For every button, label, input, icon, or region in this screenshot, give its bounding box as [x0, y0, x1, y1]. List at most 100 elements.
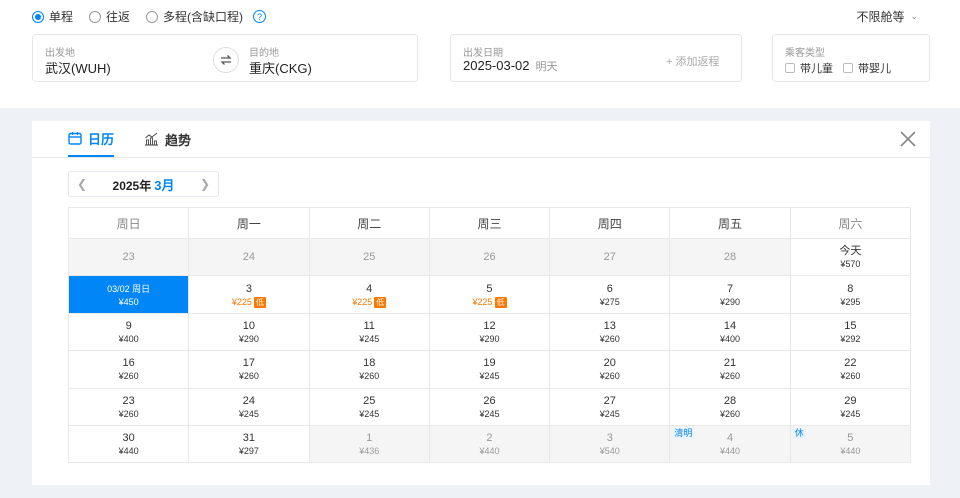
with-child-label: 带儿童	[800, 63, 833, 75]
calendar-week-row: 16 ¥260 17 ¥260 18 ¥260 19 ¥245 20 ¥260 21 ¥260 22 ¥2…	[67, 350, 912, 389]
day-number: 31	[242, 432, 256, 445]
calendar-day-cell[interactable]: 17 ¥260	[188, 350, 310, 389]
price-text: ¥260	[720, 371, 741, 382]
price-text: ¥260	[599, 333, 620, 344]
calendar-day-cell[interactable]: 22 ¥260	[789, 350, 912, 389]
calendar-day-cell[interactable]: 28 ¥260	[669, 387, 791, 426]
day-number: 24	[242, 251, 256, 264]
calendar-day-cell[interactable]: 15 ¥292	[789, 312, 912, 352]
price-text: ¥400	[118, 333, 139, 344]
calendar-day-cell[interactable]: 清明 4 ¥440	[669, 424, 791, 464]
with-infant-checkbox[interactable]: 带婴儿	[843, 60, 891, 76]
day-number: 20	[603, 357, 616, 370]
day-price: ¥290	[189, 333, 308, 345]
calendar-day-cell[interactable]: 13 ¥260	[549, 312, 671, 352]
calendar-day-cell[interactable]: 24 ¥245	[188, 387, 310, 426]
day-number: 30	[122, 432, 135, 445]
radio-checked-icon	[32, 10, 44, 23]
calendar-day-cell[interactable]: 休 5 ¥440	[789, 424, 912, 464]
trip-type-label: 多程(含缺口程)	[163, 10, 244, 24]
calendar-day-cell[interactable]: 21 ¥260	[669, 350, 791, 389]
price-text: ¥245	[479, 371, 500, 382]
calendar-day-cell[interactable]: 今天 ¥570	[789, 237, 912, 277]
weekday-header: 周三	[428, 207, 551, 239]
day-number: 15	[844, 319, 857, 332]
low-price-badge: 低	[253, 296, 266, 308]
calendar-day-cell[interactable]: 10 ¥290	[188, 312, 310, 352]
weekday-header: 周日	[67, 207, 190, 239]
month-navigator: ❮ 2025年 3月 ❯	[68, 171, 219, 197]
calendar-day-cell[interactable]: 29 ¥245	[789, 387, 912, 426]
calendar-day-cell[interactable]: 14 ¥400	[669, 312, 791, 352]
swap-cities-button[interactable]	[213, 47, 239, 73]
calendar-day-cell[interactable]: 20 ¥260	[549, 350, 671, 389]
price-text: ¥260	[840, 371, 861, 382]
arrival-label: 目的地	[249, 48, 279, 59]
low-price-badge: 低	[494, 296, 507, 308]
day-price: ¥245	[550, 408, 669, 420]
cabin-class-select[interactable]: 不限舱等 ⌄	[856, 8, 918, 25]
calendar-day-cell[interactable]: 8 ¥295	[789, 275, 912, 314]
calendar-day-cell[interactable]: 27 ¥245	[549, 387, 671, 426]
calendar-day-cell[interactable]: 3 ¥225 低	[188, 275, 310, 314]
calendar-day-cell[interactable]: 03/02 周日 ¥450	[67, 275, 190, 314]
trip-type-roundtrip[interactable]: 往返	[89, 8, 130, 25]
price-text: ¥245	[359, 408, 380, 419]
trip-type-oneway[interactable]: 单程	[32, 8, 73, 25]
calendar-day-cell[interactable]: 26 ¥245	[428, 387, 551, 426]
tab-calendar[interactable]: 日历	[68, 121, 115, 157]
swap-icon	[220, 55, 232, 65]
arrival-field[interactable]: 目的地 重庆(CKG)	[239, 35, 417, 81]
calendar-day-cell[interactable]: 25 ¥245	[308, 387, 430, 426]
price-text: ¥260	[118, 408, 139, 419]
calendar-day-cell[interactable]: 2 ¥440	[428, 424, 551, 464]
day-number: 17	[242, 357, 256, 370]
calendar-day-cell[interactable]: 6 ¥275	[549, 275, 671, 314]
departure-field[interactable]: 出发地 武汉(WUH)	[33, 35, 223, 81]
day-price: ¥260	[670, 408, 789, 420]
day-number: 23	[122, 251, 135, 264]
trip-type-label: 单程	[49, 10, 74, 24]
add-return-button[interactable]: + 添加返程	[666, 53, 719, 69]
with-child-checkbox[interactable]: 带儿童	[785, 60, 833, 76]
day-number: 2	[486, 432, 493, 445]
calendar-day-cell[interactable]: 5 ¥225 低	[428, 275, 551, 314]
calendar-day-cell[interactable]: 16 ¥260	[67, 350, 190, 389]
help-icon[interactable]: ?	[253, 10, 267, 23]
day-number: 03/02 周日	[107, 283, 151, 294]
calendar-day-cell[interactable]: 4 ¥225 低	[308, 275, 430, 314]
calendar-day-cell[interactable]: 1 ¥436	[308, 424, 430, 464]
price-text: ¥225	[352, 296, 373, 307]
day-price: ¥292	[791, 333, 910, 345]
calendar-day-cell[interactable]: 31 ¥297	[188, 424, 310, 464]
calendar-day-cell[interactable]: 19 ¥245	[428, 350, 551, 389]
calendar-icon	[68, 132, 82, 145]
price-text: ¥245	[599, 408, 620, 419]
calendar-day-cell[interactable]: 18 ¥260	[308, 350, 430, 389]
day-price: ¥260	[189, 370, 308, 382]
day-number: 21	[723, 357, 737, 370]
next-month-icon[interactable]: ❯	[200, 177, 210, 191]
date-relative-text: 明天	[535, 61, 558, 73]
calendar-day-cell[interactable]: 11 ¥245	[308, 312, 430, 352]
calendar-day-cell[interactable]: 3 ¥540	[549, 424, 671, 464]
calendar-day-cell[interactable]: 23 ¥260	[67, 387, 190, 426]
close-icon[interactable]	[898, 129, 918, 149]
price-text: ¥290	[720, 296, 741, 307]
prev-month-icon[interactable]: ❮	[77, 177, 87, 191]
day-number: 14	[723, 319, 737, 332]
price-text: ¥260	[359, 371, 380, 382]
tab-divider	[32, 157, 930, 158]
tab-trend[interactable]: 趋势	[144, 121, 191, 157]
calendar-day-cell[interactable]: 7 ¥290	[669, 275, 791, 314]
day-number: 28	[723, 394, 737, 407]
calendar-day-cell[interactable]: 12 ¥290	[428, 312, 551, 352]
calendar-day-cell[interactable]: 9 ¥400	[67, 312, 190, 352]
chevron-down-icon: ⌄	[910, 11, 918, 21]
calendar-body: 23 24 25 26 27 28 今天 ¥570 03/02 周日 ¥450 3 ¥225 低 4 ¥22…	[67, 237, 912, 464]
trip-type-multicity[interactable]: 多程(含缺口程)	[146, 8, 243, 25]
day-price: ¥245	[791, 408, 910, 420]
calendar-day-cell[interactable]: 30 ¥440	[67, 424, 190, 464]
departure-date-field[interactable]: 出发日期 2025-03-02 明天 + 添加返程	[450, 34, 742, 82]
calendar-tabs: 日历 趋势	[68, 121, 191, 158]
